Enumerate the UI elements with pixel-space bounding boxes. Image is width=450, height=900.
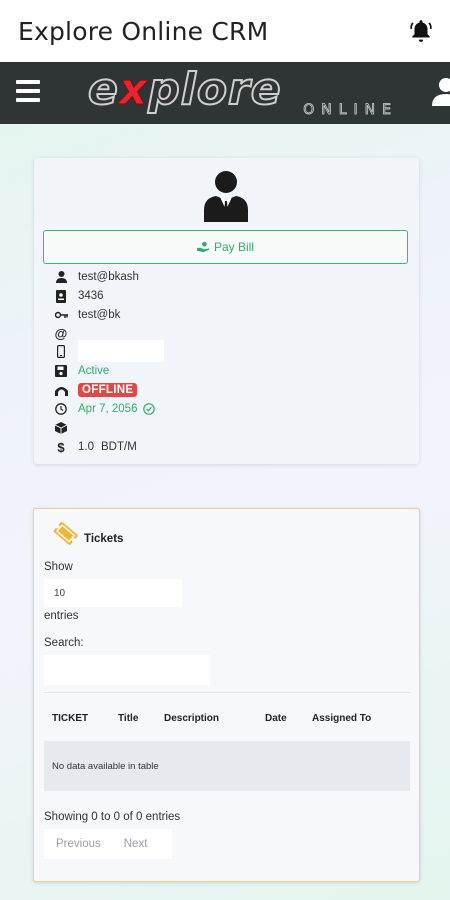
column-header-title[interactable]: Title: [118, 713, 138, 724]
ticket-icon: [53, 521, 78, 545]
search-label: Search:: [44, 637, 84, 649]
rate-row: $ 1.0 BDT/M: [54, 438, 137, 456]
phone-value: [78, 340, 164, 362]
expiry-date-value: Apr 7, 2056: [78, 403, 138, 415]
table-info: Showing 0 to 0 of 0 entries: [44, 811, 181, 823]
id-card-icon: [54, 289, 68, 303]
customer-id-value: 3436: [78, 290, 104, 302]
check-circle-icon: [143, 403, 156, 415]
profile-card: Pay Bill test@bkash 3436 test@bk @ Activ…: [34, 158, 419, 464]
entries-select[interactable]: [44, 579, 182, 607]
pay-bill-label: Pay Bill: [213, 240, 254, 254]
connection-icon: [54, 383, 68, 397]
entries-label: entries: [44, 610, 79, 622]
tickets-title: Tickets: [84, 533, 124, 545]
pagination: Previous Next: [44, 829, 172, 859]
column-header-description[interactable]: Description: [164, 713, 219, 724]
pay-bill-button[interactable]: Pay Bill: [43, 230, 408, 264]
brand-logo: explore ONLINE: [87, 63, 404, 122]
empty-table-row: No data available in table: [44, 741, 410, 791]
show-label: Show: [44, 561, 73, 573]
previous-button[interactable]: Previous: [44, 838, 112, 850]
phone-row: [54, 340, 164, 362]
column-header-date[interactable]: Date: [265, 713, 287, 724]
nav-bar: explore ONLINE: [0, 62, 450, 124]
mobile-icon: [54, 344, 68, 358]
username-value: test@bkash: [78, 271, 139, 283]
password-row: test@bk: [54, 306, 120, 324]
save-icon: [54, 364, 68, 378]
app-bar: Explore Online CRM: [0, 0, 450, 62]
empty-message: No data available in table: [52, 760, 159, 772]
account-status-row: Active: [54, 362, 109, 380]
package-row: [54, 419, 78, 437]
next-button[interactable]: Next: [112, 838, 159, 850]
user-icon: [54, 270, 68, 284]
email-row: @: [54, 324, 78, 342]
customer-id-row: 3436: [54, 287, 104, 305]
app-title: Explore Online CRM: [18, 16, 269, 46]
column-header-assigned-to[interactable]: Assigned To: [312, 713, 371, 724]
hand-coin-icon: [196, 241, 210, 253]
account-status-value: Active: [78, 365, 110, 377]
tickets-card: Tickets Show entries Search: TICKET Titl…: [33, 508, 420, 882]
rate-unit: BDT/M: [101, 441, 137, 453]
menu-icon[interactable]: [16, 80, 40, 102]
connection-status-row: OFFLINE: [54, 381, 138, 399]
user-account-icon[interactable]: [428, 76, 450, 106]
key-icon: [54, 308, 68, 322]
avatar-icon: [204, 171, 248, 222]
divider: [44, 692, 410, 693]
expiry-row: Apr 7, 2056: [54, 400, 156, 418]
password-value: test@bk: [78, 309, 121, 321]
clock-icon: [54, 402, 68, 416]
username-row: test@bkash: [54, 268, 139, 286]
search-input[interactable]: [44, 655, 210, 685]
at-icon: @: [54, 325, 68, 341]
dollar-icon: $: [57, 439, 65, 455]
bell-icon[interactable]: [408, 18, 434, 44]
column-header-ticket[interactable]: TICKET: [52, 713, 88, 724]
logo-subtitle: ONLINE: [303, 102, 398, 119]
logo-wordmark: explore: [87, 63, 282, 116]
box-icon: [54, 421, 68, 435]
offline-badge: OFFLINE: [78, 383, 138, 397]
rate-value: 1.0: [78, 441, 94, 453]
